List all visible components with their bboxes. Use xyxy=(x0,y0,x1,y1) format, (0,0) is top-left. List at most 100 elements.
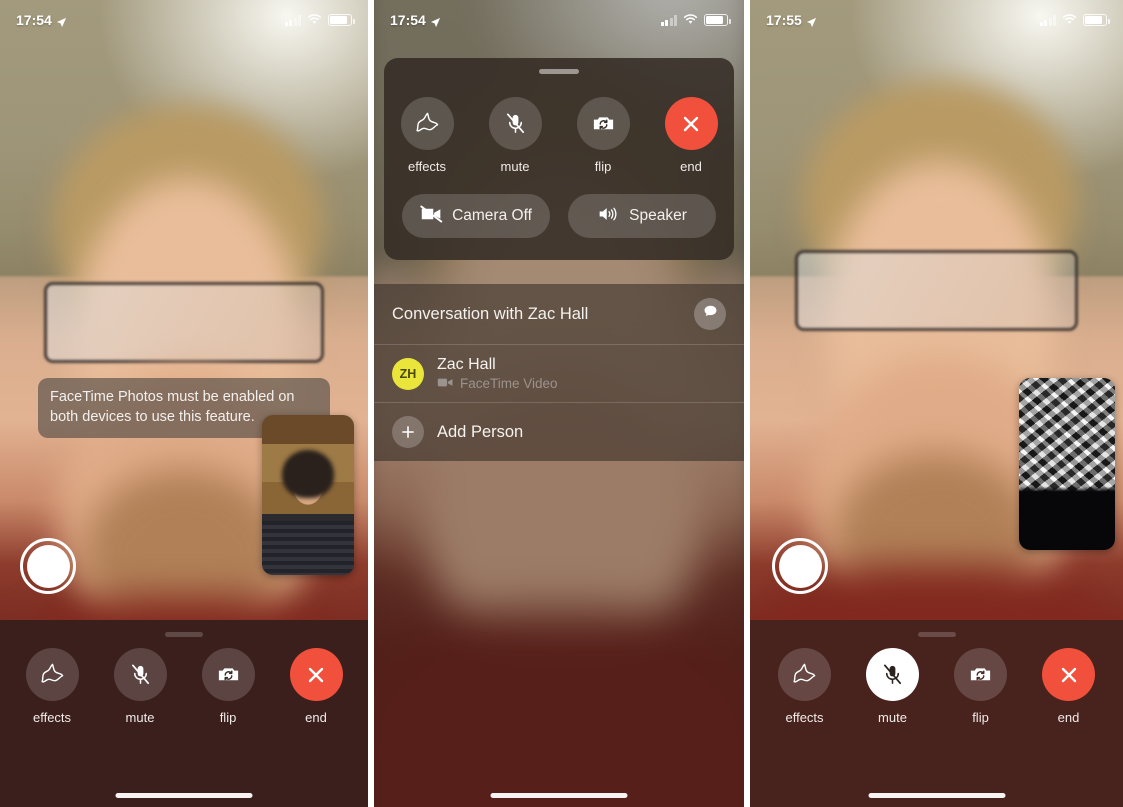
video-glasses-region xyxy=(44,282,324,364)
wifi-icon xyxy=(1062,12,1077,28)
flip-button-circle xyxy=(576,97,630,150)
add-person-label: Add Person xyxy=(437,422,524,441)
mute-button-circle xyxy=(866,648,919,701)
three-panel-screenshot: 17:54 FaceTime Photos must be enabled on… xyxy=(0,0,1123,807)
mute-button-label: mute xyxy=(500,159,530,174)
effects-button-label: effects xyxy=(32,710,72,725)
sheet-toggle-row: Camera Off Speaker xyxy=(384,180,734,260)
cellular-bars-icon xyxy=(1039,14,1056,26)
location-arrow-icon xyxy=(56,15,67,27)
camera-flip-icon xyxy=(216,662,241,687)
participant-subtitle: FaceTime Video xyxy=(460,376,558,391)
add-person-button[interactable]: Add Person xyxy=(374,403,744,461)
battery-icon xyxy=(328,14,355,26)
shutter-button[interactable] xyxy=(20,538,76,594)
camera-flip-icon xyxy=(968,662,993,687)
plus-icon xyxy=(392,416,424,448)
effects-button-label: effects xyxy=(407,159,447,174)
flip-button[interactable]: flip xyxy=(952,648,1010,725)
mute-button[interactable]: mute xyxy=(111,648,169,725)
end-call-button[interactable]: end xyxy=(1040,648,1098,725)
microphone-muted-icon xyxy=(128,662,153,687)
speaker-button-label: Speaker xyxy=(629,207,687,224)
end-call-button-circle xyxy=(664,97,718,150)
status-bar-right xyxy=(284,12,355,28)
location-arrow-icon xyxy=(806,15,817,27)
end-call-button-label: end xyxy=(305,710,327,725)
effects-button[interactable]: effects xyxy=(23,648,81,725)
microphone-muted-icon xyxy=(880,662,905,687)
camera-flip-icon xyxy=(591,111,616,136)
status-time: 17:54 xyxy=(390,12,426,28)
sheet-call-controls: effects mute flip end xyxy=(384,74,734,180)
call-controls: effects mute flip end xyxy=(750,648,1123,725)
flip-button-label: flip xyxy=(219,710,237,725)
end-call-x-icon xyxy=(304,663,328,687)
speaker-button[interactable]: Speaker xyxy=(568,194,716,238)
status-bar-left: 17:54 xyxy=(390,12,441,28)
home-indicator[interactable] xyxy=(115,793,253,798)
effects-button[interactable]: effects xyxy=(776,648,834,725)
flip-button[interactable]: flip xyxy=(574,97,632,174)
end-call-button-circle xyxy=(1042,648,1095,701)
self-view-pip[interactable] xyxy=(1019,378,1115,550)
status-bar-left: 17:55 xyxy=(766,12,817,28)
call-controls: effects mute flip end xyxy=(0,648,368,725)
avatar: ZH xyxy=(392,357,424,390)
home-indicator[interactable] xyxy=(868,793,1005,798)
end-call-button-label: end xyxy=(1057,710,1080,725)
flip-button[interactable]: flip xyxy=(199,648,257,725)
speaker-waves-icon xyxy=(597,205,620,228)
panel-facetime-photo: 17:54 FaceTime Photos must be enabled on… xyxy=(0,0,368,807)
status-bar-right xyxy=(1039,12,1110,28)
effects-star-icon xyxy=(40,662,65,687)
video-camera-off-icon xyxy=(420,205,443,228)
chat-button[interactable] xyxy=(694,298,726,330)
mute-button[interactable]: mute xyxy=(864,648,922,725)
end-call-x-icon xyxy=(1057,663,1081,687)
video-shirt-region xyxy=(374,612,744,807)
self-view-pip[interactable] xyxy=(262,415,354,575)
battery-icon xyxy=(704,14,731,26)
call-control-dock: effects mute flip end xyxy=(0,620,368,807)
flip-button-circle xyxy=(201,648,255,701)
effects-star-icon xyxy=(415,111,440,136)
effects-button-circle xyxy=(778,648,831,701)
status-time: 17:55 xyxy=(766,12,802,28)
flip-button-label: flip xyxy=(972,710,989,725)
location-arrow-icon xyxy=(430,15,441,27)
chat-bubble-icon xyxy=(702,303,719,325)
effects-button[interactable]: effects xyxy=(398,97,456,174)
dock-grabber[interactable] xyxy=(165,632,203,637)
mute-button[interactable]: mute xyxy=(486,97,544,174)
microphone-muted-icon xyxy=(503,111,528,136)
camera-off-button[interactable]: Camera Off xyxy=(402,194,550,238)
end-call-x-icon xyxy=(679,112,703,136)
mute-button-circle xyxy=(113,648,167,701)
effects-star-icon xyxy=(792,662,817,687)
dock-grabber[interactable] xyxy=(917,632,956,637)
participant-name: Zac Hall xyxy=(437,356,496,373)
status-bar-right xyxy=(660,12,731,28)
call-options-sheet: effects mute flip end Camera Off Speaker xyxy=(384,58,734,260)
shutter-button[interactable] xyxy=(772,538,828,594)
video-camera-icon xyxy=(437,376,454,391)
end-call-button[interactable]: end xyxy=(287,648,345,725)
participant-text: Zac Hall FaceTime Video xyxy=(437,356,558,391)
participant-row[interactable]: ZH Zac Hall FaceTime Video xyxy=(374,345,744,403)
panel-muted-call: 17:55 effects mute flip end xyxy=(750,0,1123,807)
video-glasses-region xyxy=(794,250,1079,331)
pip-video-content xyxy=(262,415,354,575)
status-bar: 17:55 xyxy=(750,0,1123,40)
home-indicator[interactable] xyxy=(490,793,628,798)
wifi-icon xyxy=(307,12,322,28)
call-control-dock: effects mute flip end xyxy=(750,620,1123,807)
mute-button-circle xyxy=(488,97,542,150)
end-call-button-circle xyxy=(289,648,343,701)
end-call-button[interactable]: end xyxy=(662,97,720,174)
effects-button-circle xyxy=(400,97,454,150)
cellular-bars-icon xyxy=(660,14,677,26)
battery-icon xyxy=(1083,14,1110,26)
status-bar: 17:54 xyxy=(374,0,744,40)
flip-button-label: flip xyxy=(594,159,612,174)
